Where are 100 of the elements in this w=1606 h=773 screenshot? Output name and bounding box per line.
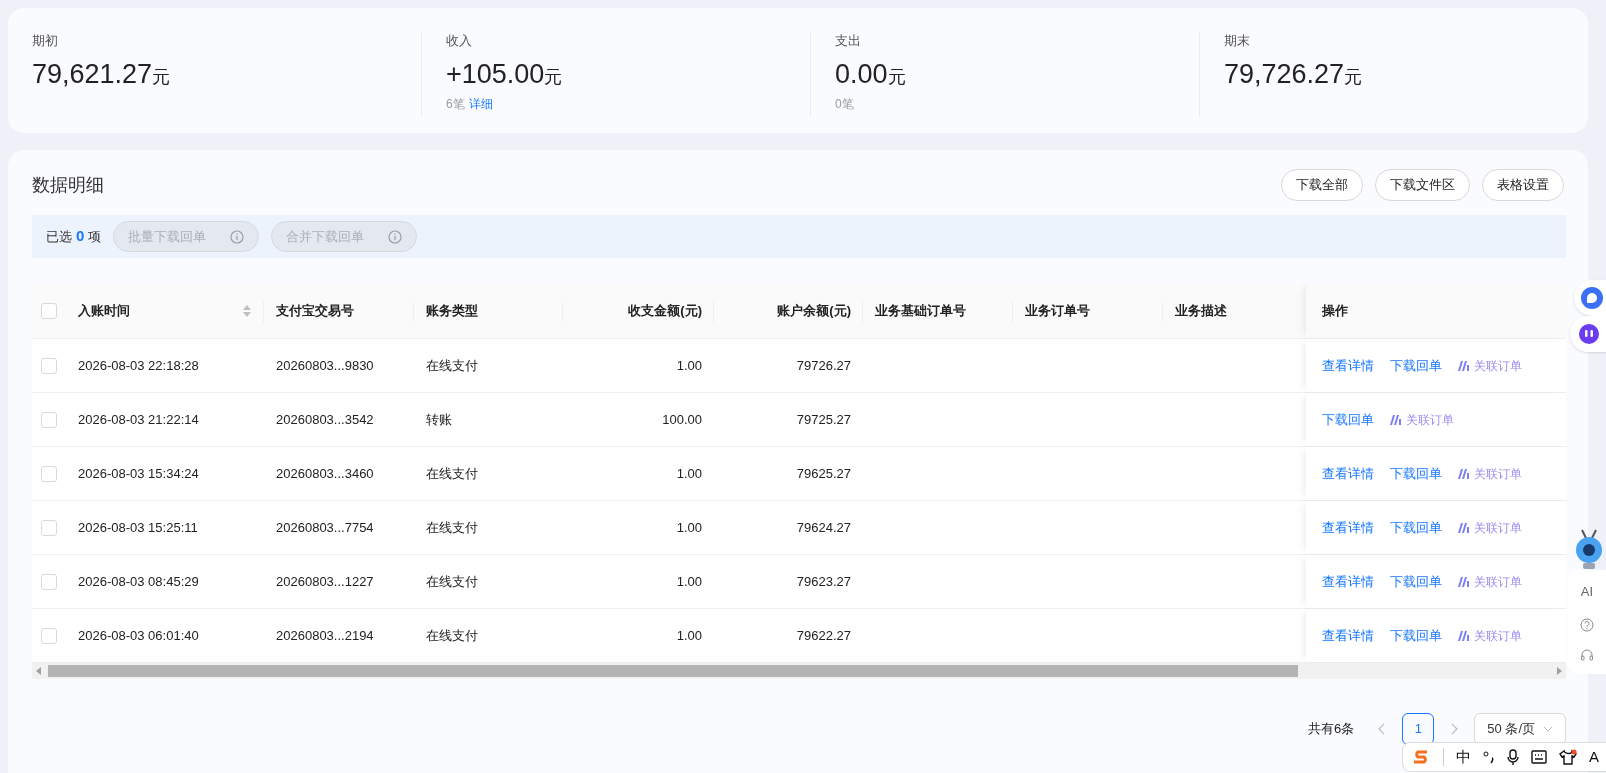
table-cell-text: 转账 [426,410,452,429]
chat-bubble-icon [1580,286,1604,310]
action-link[interactable]: 查看详情 [1322,625,1374,646]
bot-button[interactable] [1570,316,1606,352]
info-icon [388,229,403,244]
ai-icon [1390,414,1402,425]
ai-icon [1458,468,1470,479]
table-cell-text: 100.00 [662,410,702,429]
input-mode-button[interactable]: 中 [1456,745,1471,769]
column-header: 业务订单号 [1025,302,1090,321]
ai-icon [1458,576,1470,587]
table-cell-text: 2026-08-03 08:45:29 [78,572,199,591]
action-link[interactable]: 下载回单 [1322,409,1374,430]
ime-more-button[interactable]: A [1589,745,1599,769]
sort-icon[interactable] [242,304,252,318]
column-header: 账务类型 [426,302,478,321]
table-cell-text: 79726.27 [796,356,851,375]
checkbox[interactable] [41,411,57,428]
toolbar-button[interactable]: 下载文件区 [1375,169,1470,201]
summary-label: 期末 [1224,32,1251,50]
ai-icon [1458,360,1470,371]
summary-amount: 79,726.27 [1224,58,1345,90]
summary-count: 0笔 [835,96,854,112]
table-cell-text: 在线支付 [426,626,478,645]
table-cell-text: 在线支付 [426,518,478,537]
table-cell-text: 在线支付 [426,572,478,591]
action-link[interactable]: 下载回单 [1390,571,1442,592]
link-order-button[interactable]: 关联订单 [1458,356,1522,375]
table-cell-text: 在线支付 [426,464,478,483]
summary-count: 6笔 [446,96,465,112]
action-link[interactable]: 下载回单 [1390,517,1442,538]
summary-amount: 79,621.27 [32,58,153,90]
selection-count: 已选 0 项 [46,226,102,247]
scroll-right-icon[interactable] [1556,667,1562,675]
link-order-button[interactable]: 关联订单 [1390,410,1454,429]
section-title: 数据明细 [32,173,104,197]
checkbox[interactable] [41,303,57,319]
table-cell-text: 79624.27 [796,518,851,537]
table-cell-text: 79623.27 [796,572,851,591]
bot-face-icon [1578,323,1600,345]
column-header: 支付宝交易号 [276,302,354,321]
table-cell-text: 20260803...3542 [276,410,374,429]
toolbar-button[interactable]: 下载全部 [1281,169,1363,201]
shirt-icon[interactable] [1559,749,1577,765]
summary-label: 收入 [446,32,473,50]
toolbar-button[interactable]: 表格设置 [1482,169,1564,201]
table-cell-text: 20260803...9830 [276,356,374,375]
table-cell-text: 在线支付 [426,356,478,375]
next-icon[interactable] [1450,723,1459,735]
table-cell-text: 1.00 [676,356,702,375]
ai-icon [1458,522,1470,533]
table-cell-text: 2026-08-03 15:34:24 [78,464,199,483]
table-cell-text: 20260803...7754 [276,518,374,537]
column-header: 业务基础订单号 [875,302,966,321]
table-cell-text: 2026-08-03 22:18:28 [78,356,199,375]
total-count: 共有6条 [1308,720,1355,739]
checkbox[interactable] [41,519,57,536]
microphone-icon[interactable] [1507,749,1519,765]
horizontal-scrollbar[interactable] [32,663,1566,679]
table-cell-text: 1.00 [676,572,702,591]
summary-label: 支出 [835,32,862,50]
checkbox[interactable] [41,357,57,374]
table-cell-text: 2026-08-03 06:01:40 [78,626,199,645]
scroll-left-icon[interactable] [36,667,42,675]
action-link[interactable]: 查看详情 [1322,517,1374,538]
action-link[interactable]: 下载回单 [1390,625,1442,646]
column-header: 账户余额(元) [777,302,851,321]
link-order-button[interactable]: 关联订单 [1458,464,1522,483]
action-link[interactable]: 下载回单 [1390,355,1442,376]
checkbox[interactable] [41,465,57,482]
keyboard-icon[interactable] [1531,750,1547,764]
table-cell-text: 20260803...3460 [276,464,374,483]
table-cell-text: 20260803...2194 [276,626,374,645]
action-link[interactable]: 下载回单 [1390,463,1442,484]
checkbox[interactable] [41,573,57,590]
punctuation-icon[interactable] [1483,750,1495,764]
caret-icon [1543,726,1553,732]
ai-assistant-button[interactable]: AI [1580,582,1594,602]
headset-icon[interactable] [1580,647,1594,662]
previous-icon[interactable] [1378,723,1387,735]
page-size-select[interactable]: 50 条/页 [1474,713,1566,745]
table-cell-text: 1.00 [676,464,702,483]
action-link[interactable]: 查看详情 [1322,463,1374,484]
scrollbar-thumb[interactable] [48,665,1298,677]
link-order-button[interactable]: 关联订单 [1458,626,1522,645]
column-header[interactable]: 入账时间 [78,301,130,321]
detail-link[interactable]: 详细 [468,96,493,112]
checkbox[interactable] [41,627,57,644]
table-cell-text: 79625.27 [796,464,851,483]
table-cell-text: 2026-08-03 21:22:14 [78,410,199,429]
column-header: 收支金额(元) [628,302,702,321]
column-header: 业务描述 [1175,302,1227,321]
summary-amount: +105.00 [446,58,545,90]
action-link[interactable]: 查看详情 [1322,571,1374,592]
summary-label: 期初 [32,32,59,50]
action-link[interactable]: 查看详情 [1322,355,1374,376]
table-cell-text: 2026-08-03 15:25:11 [78,518,198,537]
help-icon[interactable] [1580,617,1594,632]
link-order-button[interactable]: 关联订单 [1458,518,1522,537]
link-order-button[interactable]: 关联订单 [1458,572,1522,591]
